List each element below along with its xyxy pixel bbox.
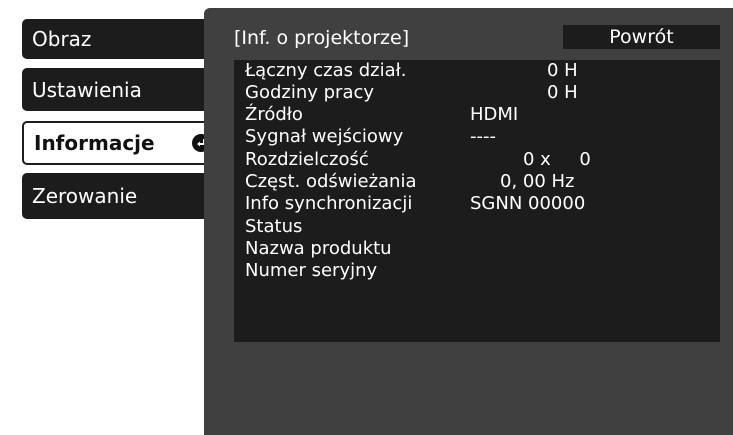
row-label: Sygnał wejściowy bbox=[245, 126, 404, 147]
info-panel: [Inf. o projektorze] Powrót Łączny czas … bbox=[204, 8, 733, 435]
row-value: 0 H bbox=[547, 60, 578, 81]
sidebar-item-zerowanie[interactable]: Zerowanie bbox=[22, 173, 219, 219]
list-item: Sygnał wejściowy ---- bbox=[234, 127, 720, 147]
row-value: 0 H bbox=[547, 82, 578, 103]
row-label: Źródło bbox=[245, 104, 303, 125]
list-item: Numer seryjny bbox=[234, 261, 720, 281]
panel-title: [Inf. o projektorze] bbox=[234, 27, 410, 49]
list-item: Łączny czas dział. 0 H bbox=[234, 61, 720, 81]
sidebar-item-label: Ustawienia bbox=[32, 77, 142, 102]
row-value: 0, 00 Hz bbox=[500, 171, 575, 192]
sidebar-item-informacje[interactable]: Informacje bbox=[22, 121, 222, 165]
sidebar-item-label: Zerowanie bbox=[32, 184, 138, 208]
sidebar-item-label: Informacje bbox=[34, 131, 155, 155]
row-label: Rozdzielczość bbox=[245, 149, 369, 170]
row-value: HDMI bbox=[470, 104, 519, 125]
list-item: Częst. odświeżania 0, 00 Hz bbox=[234, 172, 720, 192]
row-label: Nazwa produktu bbox=[245, 238, 392, 259]
row-value: 0 x 0 bbox=[523, 149, 591, 170]
row-label: Numer seryjny bbox=[245, 260, 378, 281]
back-button[interactable]: Powrót bbox=[563, 25, 720, 49]
list-item: Status bbox=[234, 217, 720, 237]
row-label: Łączny czas dział. bbox=[245, 60, 407, 81]
row-label: Status bbox=[245, 216, 303, 237]
row-value: SGNN 00000 bbox=[470, 193, 586, 214]
info-list: Łączny czas dział. 0 H Godziny pracy 0 H… bbox=[234, 60, 720, 342]
row-value: ---- bbox=[470, 126, 496, 147]
list-item: Godziny pracy 0 H bbox=[234, 83, 720, 103]
list-item: Rozdzielczość 0 x 0 bbox=[234, 150, 720, 170]
sidebar-item-ustawienia[interactable]: Ustawienia bbox=[22, 68, 219, 111]
list-item: Info synchronizacji SGNN 00000 bbox=[234, 194, 720, 214]
sidebar-item-obraz[interactable]: Obraz bbox=[22, 19, 219, 59]
sidebar-item-label: Obraz bbox=[32, 27, 92, 51]
row-label: Częst. odświeżania bbox=[245, 171, 417, 192]
row-label: Godziny pracy bbox=[245, 82, 375, 103]
row-label: Info synchronizacji bbox=[245, 193, 413, 214]
list-item: Źródło HDMI bbox=[234, 105, 720, 125]
list-item: Nazwa produktu bbox=[234, 239, 720, 259]
